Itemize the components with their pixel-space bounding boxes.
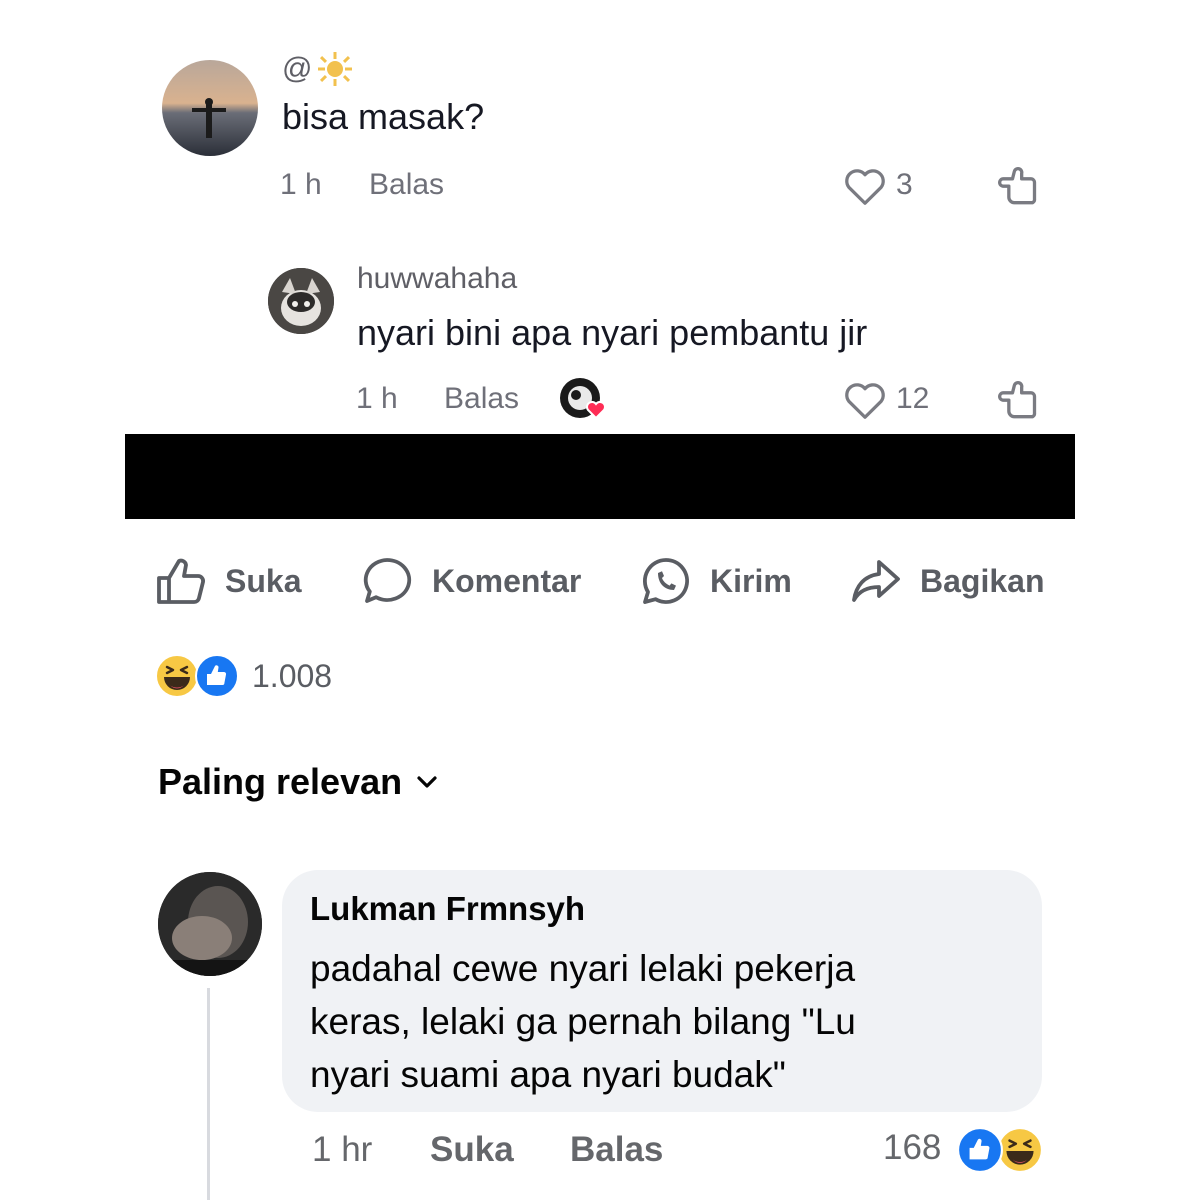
avatar[interactable]	[162, 60, 258, 156]
like-comment-button[interactable]: Suka	[430, 1130, 514, 1170]
heart-icon	[845, 169, 885, 205]
reply-text: nyari bini apa nyari pembantu jir	[357, 312, 868, 353]
thread-line	[207, 988, 210, 1200]
comment-action-label: Komentar	[432, 562, 582, 599]
comment-author[interactable]: Lukman Frmnsyh	[310, 890, 585, 928]
comment-username[interactable]: @	[282, 52, 312, 86]
reply-comment-button[interactable]: Balas	[570, 1130, 663, 1170]
comment-reaction-count: 168	[883, 1128, 942, 1167]
send-action-label: Kirim	[710, 562, 792, 599]
avatar[interactable]	[158, 872, 262, 976]
comment-text: bisa masak?	[282, 96, 485, 137]
like-button[interactable]	[843, 166, 887, 211]
comment-action-button[interactable]: Komentar	[360, 556, 581, 606]
comment-time: 1 hr	[312, 1130, 373, 1169]
creator-liked-badge	[558, 376, 610, 422]
dislike-button[interactable]	[996, 165, 1040, 216]
reply-time: 1 h	[356, 382, 398, 415]
sun-emoji-icon	[318, 52, 353, 86]
face-photo-icon	[158, 872, 262, 976]
like-count: 12	[896, 382, 930, 415]
sunset-photo-icon	[162, 60, 258, 156]
whatsapp-icon	[642, 558, 689, 604]
heart-icon	[845, 383, 885, 419]
thumbs-down-icon	[998, 167, 1037, 205]
thumbs-down-icon	[998, 381, 1037, 419]
reply-button[interactable]: Balas	[444, 382, 519, 416]
creator-heart-avatar-icon	[560, 378, 606, 420]
share-arrow-icon	[852, 560, 900, 602]
like-reaction-icon	[957, 1127, 1003, 1173]
avatar[interactable]	[268, 268, 334, 334]
comment-reactions[interactable]	[956, 1126, 1046, 1174]
reaction-count: 1.008	[252, 658, 333, 694]
like-reaction-icon	[195, 654, 239, 698]
dislike-button[interactable]	[996, 379, 1040, 430]
send-action-button[interactable]: Kirim	[640, 556, 792, 606]
sort-dropdown[interactable]: Paling relevan	[158, 760, 438, 804]
speech-bubble-icon	[363, 558, 412, 603]
like-count: 3	[896, 168, 913, 201]
redaction-bar	[125, 434, 1075, 519]
reply-username[interactable]: huwwahaha	[357, 262, 517, 296]
comment-time: 1 h	[280, 168, 322, 201]
thumbs-up-icon	[157, 558, 205, 604]
reply-button[interactable]: Balas	[369, 168, 444, 202]
sort-label: Paling relevan	[158, 761, 403, 802]
comment-line: keras, lelaki ga pernah bilang "Lu	[310, 1001, 856, 1042]
comment-line: nyari suami apa nyari budak"	[310, 1054, 786, 1095]
like-action-label: Suka	[225, 562, 302, 599]
share-action-button[interactable]: Bagikan	[850, 556, 1044, 606]
chevron-down-icon	[417, 776, 437, 788]
cat-photo-icon	[268, 268, 334, 334]
reactions-summary[interactable]	[154, 653, 244, 699]
like-button[interactable]	[843, 380, 887, 425]
like-action-button[interactable]: Suka	[155, 556, 301, 606]
comment-body: padahal cewe nyari lelaki pekerja keras,…	[310, 942, 856, 1101]
share-action-label: Bagikan	[920, 562, 1045, 599]
comment-line: padahal cewe nyari lelaki pekerja	[310, 948, 856, 989]
